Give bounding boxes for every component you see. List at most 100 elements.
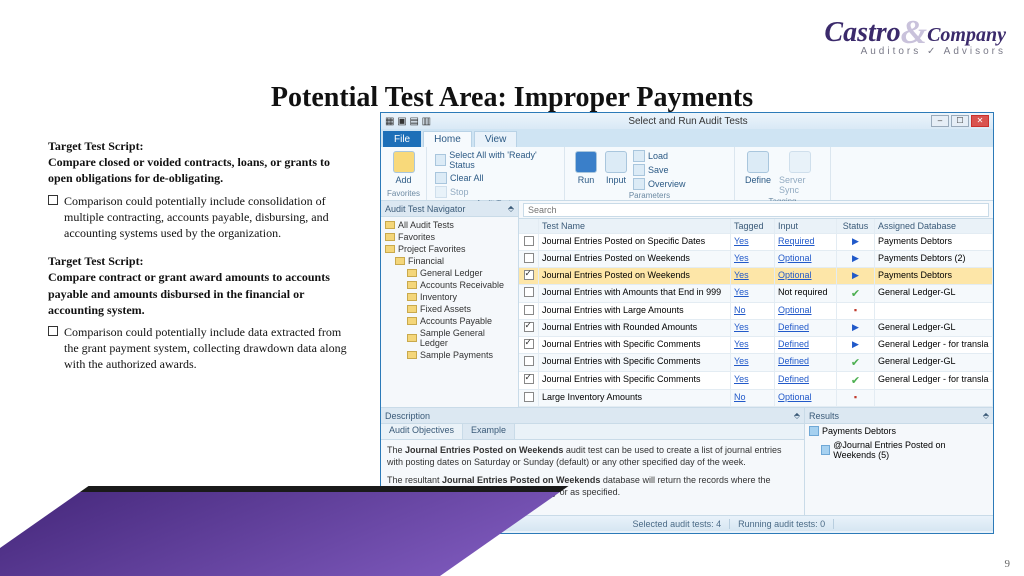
- input-link[interactable]: Optional: [778, 392, 812, 402]
- tagged-link[interactable]: Yes: [734, 322, 749, 332]
- select-all-button[interactable]: Select All with 'Ready' Status: [433, 150, 558, 170]
- table-row[interactable]: Journal Entries with Specific CommentsYe…: [519, 354, 993, 372]
- row-checkbox[interactable]: [524, 270, 534, 280]
- overview-button[interactable]: Overview: [631, 178, 688, 190]
- results-pane: Results⬘ Payments Debtors @Journal Entri…: [805, 408, 993, 515]
- tree-item[interactable]: Fixed Assets: [385, 303, 514, 315]
- minimize-button[interactable]: –: [931, 115, 949, 127]
- tab-example[interactable]: Example: [463, 424, 515, 439]
- col-input[interactable]: Input: [775, 219, 837, 233]
- tree-item[interactable]: Accounts Payable: [385, 315, 514, 327]
- result-item[interactable]: Payments Debtors: [805, 424, 993, 438]
- col-test-name[interactable]: Test Name: [539, 219, 731, 233]
- define-button[interactable]: Define: [741, 149, 775, 197]
- tree-item[interactable]: Project Favorites: [385, 243, 514, 255]
- table-row[interactable]: Journal Entries with Amounts that End in…: [519, 285, 993, 303]
- search-bar: [519, 201, 993, 219]
- search-input[interactable]: [523, 203, 989, 217]
- folder-icon: [395, 257, 405, 265]
- input-icon: [605, 151, 627, 173]
- row-checkbox[interactable]: [524, 253, 534, 263]
- description-header: Description⬘: [381, 408, 804, 424]
- input-link[interactable]: Optional: [778, 305, 812, 315]
- pin-icon[interactable]: ⬘: [983, 411, 989, 420]
- stop-icon: [435, 186, 447, 198]
- ribbon-tabs: File Home View: [381, 129, 993, 147]
- tagged-link[interactable]: No: [734, 392, 746, 402]
- window-titlebar[interactable]: ▦ ▣ ▤ ▥ Select and Run Audit Tests – ☐ ✕: [381, 113, 993, 129]
- tab-view[interactable]: View: [474, 131, 518, 147]
- row-checkbox[interactable]: [524, 339, 534, 349]
- input-button[interactable]: Input: [601, 149, 631, 191]
- pin-icon[interactable]: ⬘: [794, 411, 800, 420]
- maximize-button[interactable]: ☐: [951, 115, 969, 127]
- tagged-link[interactable]: Yes: [734, 339, 749, 349]
- tree-item[interactable]: Inventory: [385, 291, 514, 303]
- add-icon: [393, 151, 415, 173]
- tab-file[interactable]: File: [383, 131, 421, 147]
- tree-item[interactable]: Financial: [385, 255, 514, 267]
- input-link[interactable]: Defined: [778, 374, 809, 384]
- tab-home[interactable]: Home: [423, 131, 472, 147]
- quick-access-icon[interactable]: ▦ ▣ ▤ ▥: [385, 116, 445, 127]
- row-checkbox[interactable]: [524, 356, 534, 366]
- navigator-pane: Audit Test Navigator⬘ All Audit TestsFav…: [381, 201, 519, 407]
- table-row[interactable]: Journal Entries Posted on WeekendsYesOpt…: [519, 251, 993, 268]
- input-link[interactable]: Defined: [778, 339, 809, 349]
- tree-item[interactable]: All Audit Tests: [385, 219, 514, 231]
- tree-item[interactable]: General Ledger: [385, 267, 514, 279]
- tagged-link[interactable]: Yes: [734, 356, 749, 366]
- run-icon: [575, 151, 597, 173]
- status-selected: Selected audit tests: 4: [625, 519, 731, 529]
- load-button[interactable]: Load: [631, 150, 688, 162]
- row-checkbox[interactable]: [524, 374, 534, 384]
- input-link[interactable]: Optional: [778, 270, 812, 280]
- tree-item[interactable]: Sample Payments: [385, 349, 514, 361]
- table-row[interactable]: Journal Entries Posted on Specific Dates…: [519, 234, 993, 251]
- input-link[interactable]: Defined: [778, 356, 809, 366]
- folder-icon: [407, 351, 417, 359]
- row-checkbox[interactable]: [524, 287, 534, 297]
- server-sync-button[interactable]: Server Sync: [775, 149, 824, 197]
- col-status[interactable]: Status: [837, 219, 875, 233]
- tagged-link[interactable]: Yes: [734, 374, 749, 384]
- input-link[interactable]: Required: [778, 236, 815, 246]
- tagged-link[interactable]: Yes: [734, 253, 749, 263]
- tagged-link[interactable]: Yes: [734, 287, 749, 297]
- tagged-link[interactable]: No: [734, 305, 746, 315]
- row-checkbox[interactable]: [524, 305, 534, 315]
- table-row[interactable]: Journal Entries with Rounded AmountsYesD…: [519, 320, 993, 337]
- decorative-footer: [0, 486, 569, 576]
- table-row[interactable]: Journal Entries with Large AmountsNoOpti…: [519, 303, 993, 320]
- tree-item[interactable]: Favorites: [385, 231, 514, 243]
- row-checkbox[interactable]: [524, 236, 534, 246]
- result-item[interactable]: @Journal Entries Posted on Weekends (5): [805, 438, 993, 462]
- table-row[interactable]: Journal Entries with Specific CommentsYe…: [519, 337, 993, 354]
- folder-icon: [407, 317, 417, 325]
- row-checkbox[interactable]: [524, 392, 534, 402]
- add-button[interactable]: Add: [387, 149, 420, 187]
- close-button[interactable]: ✕: [971, 115, 989, 127]
- tree-item[interactable]: Accounts Receivable: [385, 279, 514, 291]
- col-database[interactable]: Assigned Database: [875, 219, 993, 233]
- folder-icon: [385, 233, 395, 241]
- stop-button[interactable]: Stop: [433, 186, 558, 198]
- pin-icon[interactable]: ⬘: [508, 204, 514, 213]
- table-row[interactable]: Large Inventory AmountsNoOptional▪: [519, 390, 993, 407]
- tagged-link[interactable]: Yes: [734, 270, 749, 280]
- table-row[interactable]: Journal Entries with Specific CommentsYe…: [519, 372, 993, 390]
- table-row[interactable]: Journal Entries Posted on WeekendsYesOpt…: [519, 268, 993, 285]
- folder-icon: [407, 281, 417, 289]
- row-checkbox[interactable]: [524, 322, 534, 332]
- save-button[interactable]: Save: [631, 164, 688, 176]
- input-link[interactable]: Defined: [778, 322, 809, 332]
- tab-audit-objectives[interactable]: Audit Objectives: [381, 424, 463, 439]
- tagged-link[interactable]: Yes: [734, 236, 749, 246]
- input-link[interactable]: Optional: [778, 253, 812, 263]
- ribbon: Add Favorites Select All with 'Ready' St…: [381, 147, 993, 201]
- tree-item[interactable]: Sample General Ledger: [385, 327, 514, 349]
- run-button[interactable]: Run: [571, 149, 601, 191]
- col-tagged[interactable]: Tagged: [731, 219, 775, 233]
- clear-all-button[interactable]: Clear All: [433, 172, 558, 184]
- db-icon: [809, 426, 819, 436]
